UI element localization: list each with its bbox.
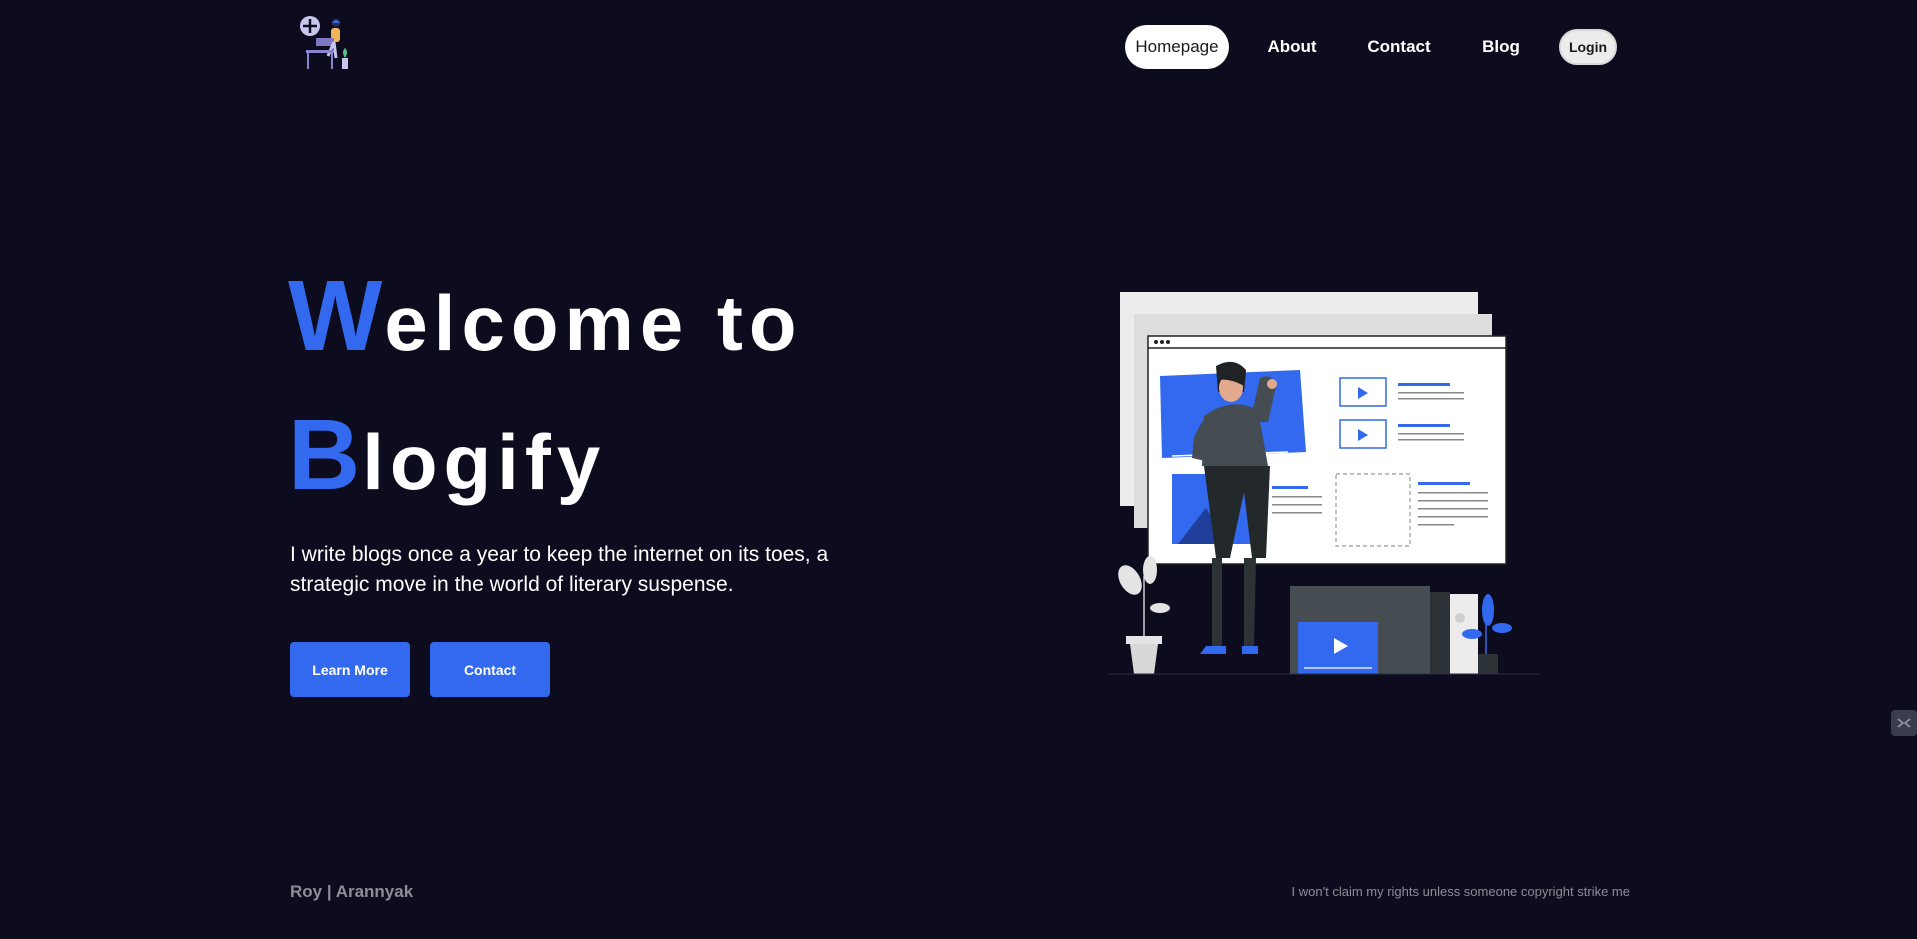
hero-title-initial-b: B xyxy=(288,399,363,511)
footer-author: Roy | Arannyak xyxy=(290,882,414,901)
hero-description: I write blogs once a year to keep the in… xyxy=(290,543,829,596)
login-button[interactable]: Login xyxy=(1559,29,1617,65)
nav-contact[interactable]: Contact xyxy=(1367,25,1431,69)
hero-title-line-2: Blogify xyxy=(288,389,803,528)
logo-icon[interactable] xyxy=(298,14,354,72)
expand-icon xyxy=(1897,718,1911,728)
nav-homepage[interactable]: Homepage xyxy=(1125,25,1229,69)
page: Homepage About Contact Blog Login Welcom… xyxy=(0,0,1917,939)
nav-blog[interactable]: Blog xyxy=(1481,25,1521,69)
learn-more-button[interactable]: Learn More xyxy=(290,642,410,697)
floating-widget-icon[interactable] xyxy=(1891,710,1917,736)
nav-about[interactable]: About xyxy=(1265,25,1319,69)
hero-title: Welcome to Blogify xyxy=(288,250,803,528)
footer-disclaimer: I won't claim my rights unless someone c… xyxy=(1291,884,1630,899)
man-at-content-board-illustration xyxy=(1108,292,1540,675)
hero-title-rest-2: logify xyxy=(362,418,607,506)
contact-button[interactable]: Contact xyxy=(430,642,550,697)
main-nav: Homepage About Contact Blog Login xyxy=(1125,25,1617,69)
hero-title-initial-w: W xyxy=(288,260,385,372)
hero-title-line-1: Welcome to xyxy=(288,250,803,389)
hero-title-rest-1: elcome to xyxy=(384,279,803,367)
